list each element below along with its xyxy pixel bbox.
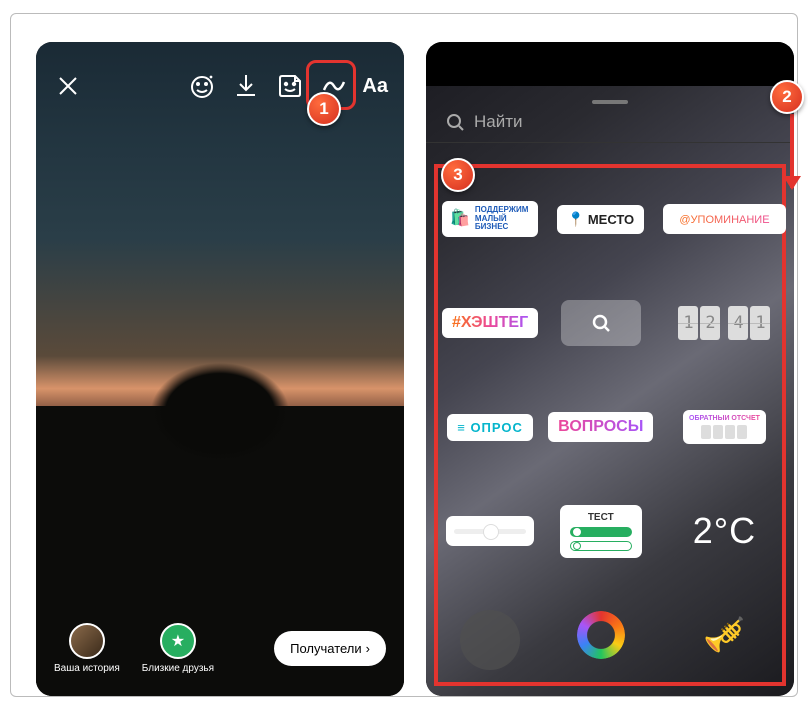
- sticker-panel-screen: Найти 🛍️ ПОДДЕРЖИМ МАЛЫЙ БИЗНЕС МЕСТО @У…: [426, 42, 794, 696]
- sticker-questions[interactable]: ВОПРОСЫ: [548, 412, 653, 442]
- sticker-location[interactable]: МЕСТО: [557, 205, 644, 234]
- time-digit-4: 1: [750, 306, 770, 340]
- time-digit-1: 1: [678, 306, 698, 340]
- sticker-temperature[interactable]: 2°C: [693, 510, 756, 552]
- recipients-button[interactable]: Получатели ›: [274, 631, 386, 666]
- sticker-rainbow[interactable]: [577, 611, 625, 659]
- close-friends-label: Близкие друзья: [142, 663, 214, 674]
- sticker-icon: [276, 72, 304, 100]
- story-top-toolbar: Aa: [46, 64, 394, 108]
- sticker-poll[interactable]: ОПРОС: [447, 414, 533, 441]
- sticker-quiz[interactable]: ТЕСТ: [560, 505, 642, 558]
- drag-handle[interactable]: [592, 100, 628, 104]
- search-icon: [592, 314, 610, 332]
- close-icon: [54, 72, 82, 100]
- download-button[interactable]: [224, 64, 268, 108]
- draw-button[interactable]: [312, 64, 356, 108]
- sticker-time[interactable]: 1 2 4 1: [678, 306, 770, 340]
- quiz-option-icon: [570, 541, 632, 551]
- sticker-button[interactable]: [268, 64, 312, 108]
- panel-top-black-bar: [426, 42, 794, 86]
- recipients-label: Получатели: [290, 641, 362, 656]
- search-icon: [446, 113, 464, 131]
- sticker-support-small-business[interactable]: 🛍️ ПОДДЕРЖИМ МАЛЫЙ БИЗНЕС: [442, 201, 538, 237]
- sticker-quiz-label: ТЕСТ: [588, 512, 614, 523]
- story-editor-screen: Aa Ваша история Близкие друзья Получател…: [36, 42, 404, 696]
- sticker-mention[interactable]: @УПОМИНАНИЕ: [663, 204, 785, 234]
- sticker-mention-label: @УПОМИНАНИЕ: [671, 208, 777, 232]
- close-button[interactable]: [46, 64, 90, 108]
- tutorial-frame: Aa Ваша история Близкие друзья Получател…: [10, 13, 798, 697]
- sticker-hashtag[interactable]: #ХЭШТЕГ: [442, 308, 538, 338]
- text-tool-button[interactable]: Aa: [356, 75, 394, 98]
- story-photo-background: Aa Ваша история Близкие друзья Получател…: [36, 42, 404, 696]
- slider-track-icon: [454, 529, 526, 534]
- sticker-smallbiz-label: ПОДДЕРЖИМ МАЛЫЙ БИЗНЕС: [475, 206, 530, 232]
- your-story-avatar-icon: [69, 623, 105, 659]
- quiz-option-selected-icon: [570, 527, 632, 537]
- shopping-bag-icon: 🛍️: [450, 210, 470, 228]
- sticker-gif-search[interactable]: [561, 300, 641, 346]
- sticker-countdown[interactable]: ОБРАТНЫЙ ОТСЧЕТ: [683, 410, 766, 445]
- sticker-grid[interactable]: 🛍️ ПОДДЕРЖИМ МАЛЫЙ БИЗНЕС МЕСТО @УПОМИНА…: [442, 172, 778, 680]
- squiggle-icon: [320, 72, 348, 100]
- your-story-button[interactable]: Ваша история: [54, 623, 120, 674]
- close-friends-button[interactable]: Близкие друзья: [142, 623, 214, 674]
- sticker-search-input[interactable]: Найти: [426, 112, 794, 143]
- your-story-label: Ваша история: [54, 663, 120, 674]
- face-effects-button[interactable]: [180, 64, 224, 108]
- photo-tree-silhouette: [145, 353, 295, 483]
- time-digit-3: 4: [728, 306, 748, 340]
- sticker-questions-label: ВОПРОСЫ: [558, 418, 643, 435]
- search-placeholder: Найти: [474, 112, 523, 132]
- download-icon: [232, 72, 260, 100]
- sticker-camera-selfie[interactable]: [460, 610, 520, 670]
- sticker-music[interactable]: 🎺: [703, 615, 745, 655]
- close-friends-star-icon: [160, 623, 196, 659]
- sticker-emoji-slider[interactable]: [446, 516, 534, 546]
- countdown-bars-icon: [701, 425, 747, 439]
- sticker-hashtag-label: #ХЭШТЕГ: [452, 314, 528, 331]
- story-bottom-bar: Ваша история Близкие друзья Получатели ›: [36, 623, 404, 674]
- sticker-countdown-label: ОБРАТНЫЙ ОТСЧЕТ: [689, 415, 760, 423]
- chevron-right-icon: ›: [366, 641, 370, 656]
- smiley-sparkle-icon: [188, 72, 216, 100]
- annotation-arrow-down: [790, 114, 794, 188]
- time-digit-2: 2: [700, 306, 720, 340]
- sticker-poll-label: ОПРОС: [470, 420, 522, 435]
- sticker-location-label: МЕСТО: [588, 212, 634, 227]
- sticker-panel-background: Найти 🛍️ ПОДДЕРЖИМ МАЛЫЙ БИЗНЕС МЕСТО @У…: [426, 42, 794, 696]
